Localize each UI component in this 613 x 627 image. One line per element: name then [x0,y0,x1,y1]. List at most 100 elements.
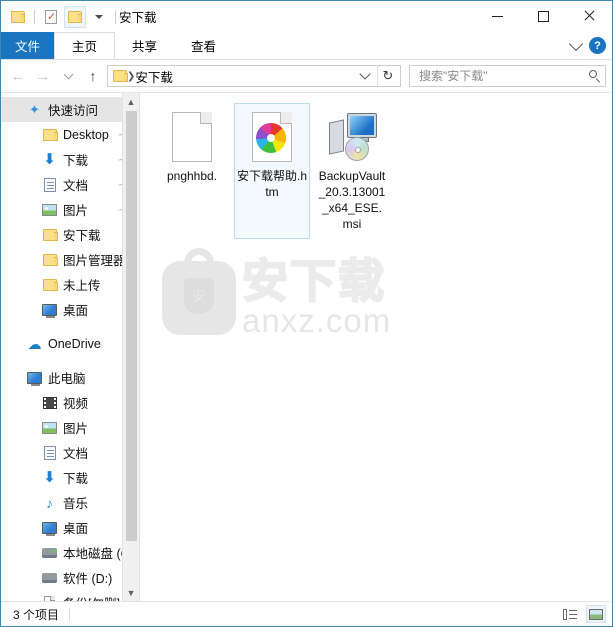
search-icon[interactable] [589,70,601,82]
breadcrumb[interactable]: ❯ 安下载 ↻ [107,65,401,87]
scroll-up-icon[interactable]: ▲ [127,93,136,110]
status-bar: 3 个项目 [1,601,612,626]
explorer-body: ✦ 快速访问 Desktop 📌 ⬇ 下载 📌 文档 📌 图片 � [1,92,612,601]
tab-file[interactable]: 文件 [1,32,55,59]
breadcrumb-separator: ❯ [127,70,136,82]
sidebar-item-drive-e[interactable]: 备份[勿删] (E:) [1,590,139,601]
sidebar-item-onedrive[interactable]: ☁ OneDrive [1,331,139,356]
file-items: pnghhbd. 安下载帮助.htm BackupVault_20.3.1300… [140,93,612,239]
title-bar: 安下载 [1,1,612,32]
sidebar-item-music[interactable]: ♪ 音乐 [1,490,139,515]
scrollbar-track[interactable] [125,110,137,584]
watermark-badge: 安 [184,278,214,314]
details-view-button[interactable] [560,605,580,623]
sidebar-item-desktop[interactable]: 桌面 [1,515,139,540]
address-bar: ← → ↑ ❯ 安下载 ↻ [1,60,612,92]
sidebar-item-downloads-qa[interactable]: ⬇ 下载 📌 [1,147,139,172]
folder-icon[interactable] [7,6,29,28]
properties-icon[interactable] [40,6,62,28]
sidebar-item-label: 图片 [63,422,89,436]
refresh-icon[interactable]: ↻ [377,66,398,86]
ribbon-tabs: 文件 主页 共享 查看 ? [1,32,612,60]
sidebar-item-label: 视频 [63,397,89,411]
sidebar-item-label: 快速访问 [48,104,99,118]
sidebar-item-label: 图片 [63,204,89,218]
sidebar-item-desktop-qa[interactable]: Desktop 📌 [1,122,139,147]
watermark-text-cn: 安下载 [241,255,386,307]
download-icon: ⬇ [43,151,56,168]
sidebar-item-label: OneDrive [48,336,101,351]
maximize-button[interactable] [520,1,566,31]
sidebar-item-label: 桌面 [63,304,89,318]
search-box[interactable] [409,65,606,87]
expand-ribbon-icon[interactable] [568,36,584,51]
sidebar-item-quick-access[interactable]: ✦ 快速访问 [1,97,139,122]
new-folder-icon[interactable] [64,5,86,28]
forward-button[interactable]: → [32,65,54,87]
sidebar-item-drive-d[interactable]: 软件 (D:) [1,565,139,590]
sidebar-item-label: 文档 [63,179,89,193]
recent-locations-button[interactable] [57,65,79,87]
music-icon: ♪ [46,494,53,511]
file-name: BackupVault_20.3.13001_x64_ESE.msi [318,169,386,231]
navigation-pane: ✦ 快速访问 Desktop 📌 ⬇ 下载 📌 文档 📌 图片 � [1,93,139,601]
breadcrumb-dropdown-icon[interactable] [359,68,371,80]
breadcrumb-item-current[interactable]: 安下载 [135,67,173,86]
sidebar-item-documents-qa[interactable]: 文档 📌 [1,172,139,197]
close-button[interactable] [566,1,612,31]
folder-icon [41,276,58,293]
file-list-pane[interactable]: pnghhbd. 安下载帮助.htm BackupVault_20.3.1300… [139,93,612,601]
desktop-icon [41,301,58,318]
file-item[interactable]: 安下载帮助.htm [234,103,310,239]
sidebar-item-downloads[interactable]: ⬇ 下载 [1,465,139,490]
back-button[interactable]: ← [7,65,29,87]
sidebar-item-label: 下载 [63,154,89,168]
scrollbar-thumb[interactable] [125,111,137,541]
watermark-logo-icon: 安 [162,261,236,335]
sidebar-item-label: Desktop [63,127,109,142]
file-item[interactable]: pnghhbd. [154,103,230,239]
drive-icon [41,594,58,601]
status-divider [69,607,71,621]
sidebar-item-pictures[interactable]: 图片 [1,415,139,440]
chevron-down-icon[interactable] [88,6,110,28]
folder-icon [41,226,58,243]
folder-icon [41,251,58,268]
sidebar-scrollbar[interactable]: ▲ ▼ [122,93,139,601]
sidebar-item-label: 软件 (D:) [63,572,113,586]
sidebar-item-not-uploaded[interactable]: 未上传 [1,272,139,297]
star-pin-icon: ✦ [29,102,40,117]
search-input[interactable] [417,68,589,84]
minimize-button[interactable] [474,1,520,31]
tab-share[interactable]: 共享 [115,32,174,59]
arrow-up-icon: ↑ [89,68,97,84]
toolbar-divider-2 [115,9,116,24]
sidebar-item-this-pc[interactable]: 此电脑 [1,365,139,390]
help-icon[interactable]: ? [589,37,606,54]
up-button[interactable]: ↑ [82,65,104,87]
sidebar-item-image-manager[interactable]: 图片管理器 [1,247,139,272]
large-icons-view-button[interactable] [586,605,606,623]
drive-icon [41,569,58,586]
sidebar-item-label: 桌面 [63,522,89,536]
sidebar-item-pictures-qa[interactable]: 图片 📌 [1,197,139,222]
item-count-label: 3 个项目 [13,607,60,622]
scroll-down-icon[interactable]: ▼ [127,584,136,601]
sidebar-item-documents[interactable]: 文档 [1,440,139,465]
sidebar-item-desktop-cn[interactable]: 桌面 [1,297,139,322]
video-icon [41,394,58,411]
sidebar-item-videos[interactable]: 视频 [1,390,139,415]
file-item[interactable]: BackupVault_20.3.13001_x64_ESE.msi [314,103,390,239]
sidebar-item-anxiazai[interactable]: 安下载 [1,222,139,247]
cloud-icon: ☁ [27,335,42,352]
computer-icon [26,369,43,386]
sidebar-item-label: 文档 [63,447,89,461]
folder-icon [41,126,58,143]
tab-view[interactable]: 查看 [174,32,233,59]
sidebar-item-label: 安下载 [63,229,101,243]
arrow-right-icon: → [35,67,51,85]
sidebar-item-local-disk-c[interactable]: 本地磁盘 (C:) [1,540,139,565]
tab-home[interactable]: 主页 [54,32,116,59]
watermark-text-en: anxz.com [242,302,392,339]
pictures-icon [41,201,58,218]
